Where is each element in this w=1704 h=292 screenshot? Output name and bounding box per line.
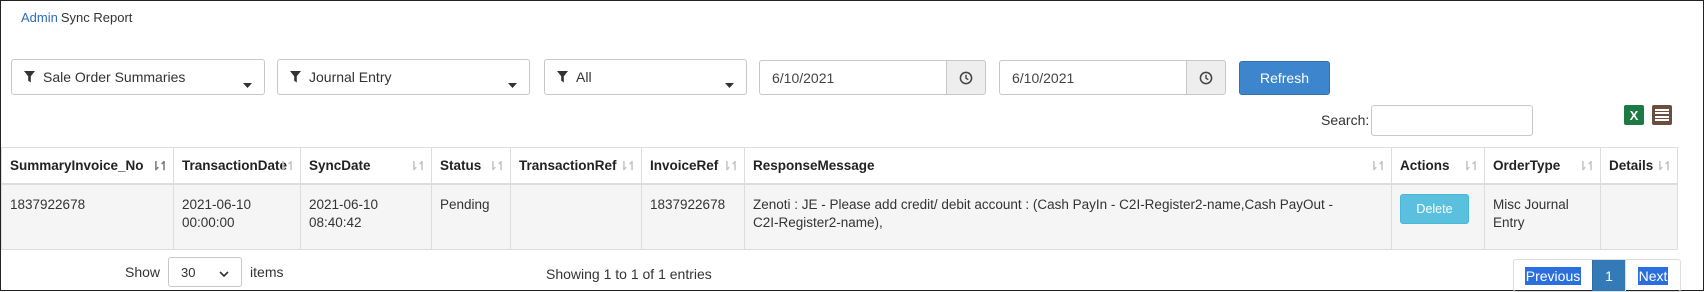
cell-status: Pending xyxy=(431,183,511,250)
excel-export-icon[interactable]: X xyxy=(1624,105,1644,125)
type-filter-value: Journal Entry xyxy=(309,69,392,85)
sync-report-page: Admin Sync Report Sale Order Summaries Jo… xyxy=(0,0,1704,292)
sort-icon: ⇂↿ xyxy=(487,159,506,173)
chevron-down-icon xyxy=(725,75,734,91)
sort-icon: ⇂↿ xyxy=(721,159,740,173)
cell-summary-invoice-no: 1837922678 xyxy=(1,183,174,250)
sort-icon: ⇂↿ xyxy=(277,159,296,173)
col-order-type[interactable]: OrderType ⇂↿ xyxy=(1484,147,1601,185)
col-transaction-ref[interactable]: TransactionRef ⇂↿ xyxy=(510,147,642,185)
chevron-down-icon xyxy=(243,75,252,91)
report-filter-value: Sale Order Summaries xyxy=(43,69,186,85)
sort-icon: ⇂↿ xyxy=(408,159,427,173)
breadcrumb-admin-link[interactable]: Admin xyxy=(21,10,58,25)
col-status[interactable]: Status ⇂↿ xyxy=(431,147,511,185)
cell-actions: Delete xyxy=(1391,183,1485,250)
col-invoice-ref[interactable]: InvoiceRef ⇂↿ xyxy=(641,147,745,185)
to-date-input[interactable]: 6/10/2021 xyxy=(999,60,1186,95)
type-filter-dropdown[interactable]: Journal Entry xyxy=(277,59,530,95)
col-actions[interactable]: Actions ⇂↿ xyxy=(1391,147,1485,185)
page-size-select[interactable]: 30 xyxy=(168,257,243,287)
to-date-picker: 6/10/2021 xyxy=(999,60,1226,95)
status-filter-value: All xyxy=(576,69,592,85)
col-sync-date[interactable]: SyncDate ⇂↿ xyxy=(300,147,432,185)
sort-icon: ⇂↿ xyxy=(1461,159,1480,173)
pagination: Previous 1 Next xyxy=(1513,259,1681,292)
page-1-button[interactable]: 1 xyxy=(1592,260,1626,291)
sort-icon: ⇂↿ xyxy=(618,159,637,173)
show-label: Show xyxy=(125,264,161,280)
filter-icon xyxy=(290,71,301,83)
clock-icon[interactable] xyxy=(946,60,986,95)
cell-details xyxy=(1600,183,1678,250)
text-export-icon[interactable] xyxy=(1652,105,1672,125)
cell-sync-date: 2021-06-10 08:40:42 xyxy=(300,183,432,250)
sort-asc-icon: ⇂↿ xyxy=(150,159,169,173)
cell-transaction-ref xyxy=(510,183,642,250)
col-response-message[interactable]: ResponseMessage ⇂↿ xyxy=(744,147,1392,185)
sort-icon: ⇂↿ xyxy=(1654,159,1673,173)
entries-info: Showing 1 to 1 of 1 entries xyxy=(546,266,712,282)
refresh-button[interactable]: Refresh xyxy=(1239,61,1330,95)
chevron-down-icon xyxy=(508,75,517,91)
from-date-picker: 6/10/2021 xyxy=(759,60,986,95)
table-row: 1837922678 2021-06-10 00:00:00 2021-06-10… xyxy=(1,183,1678,250)
search-label: Search: xyxy=(1321,112,1370,128)
status-filter-dropdown[interactable]: All xyxy=(544,59,747,95)
search-input[interactable] xyxy=(1371,105,1533,136)
breadcrumb: Admin Sync Report xyxy=(21,10,132,25)
col-transaction-date[interactable]: TransactionDate ⇂↿ xyxy=(173,147,301,185)
from-date-input[interactable]: 6/10/2021 xyxy=(759,60,946,95)
delete-button[interactable]: Delete xyxy=(1400,193,1469,224)
cell-transaction-date: 2021-06-10 00:00:00 xyxy=(173,183,301,250)
page-size-control: Show 30 items xyxy=(125,257,283,287)
table-header-row: SummaryInvoice_No ⇂↿ TransactionDate ⇂↿ Sy… xyxy=(1,147,1678,185)
col-summary-invoice-no[interactable]: SummaryInvoice_No ⇂↿ xyxy=(1,147,174,185)
cell-invoice-ref: 1837922678 xyxy=(641,183,745,250)
chevron-down-icon xyxy=(219,265,229,280)
report-filter-dropdown[interactable]: Sale Order Summaries xyxy=(11,59,265,95)
clock-icon[interactable] xyxy=(1186,60,1226,95)
items-label: items xyxy=(250,264,284,280)
sort-icon: ⇂↿ xyxy=(1577,159,1596,173)
previous-page-button[interactable]: Previous xyxy=(1514,260,1592,291)
filter-icon xyxy=(557,71,568,83)
col-details[interactable]: Details ⇂↿ xyxy=(1600,147,1678,185)
filter-icon xyxy=(24,71,35,83)
breadcrumb-current: Sync Report xyxy=(60,10,133,25)
next-page-button[interactable]: Next xyxy=(1626,260,1680,291)
sync-report-table: SummaryInvoice_No ⇂↿ TransactionDate ⇂↿ Sy… xyxy=(1,147,1678,250)
cell-response-message: Zenoti : JE - Please add credit/ debit a… xyxy=(744,183,1392,250)
sort-icon: ⇂↿ xyxy=(1368,159,1387,173)
cell-order-type: Misc Journal Entry xyxy=(1484,183,1601,250)
